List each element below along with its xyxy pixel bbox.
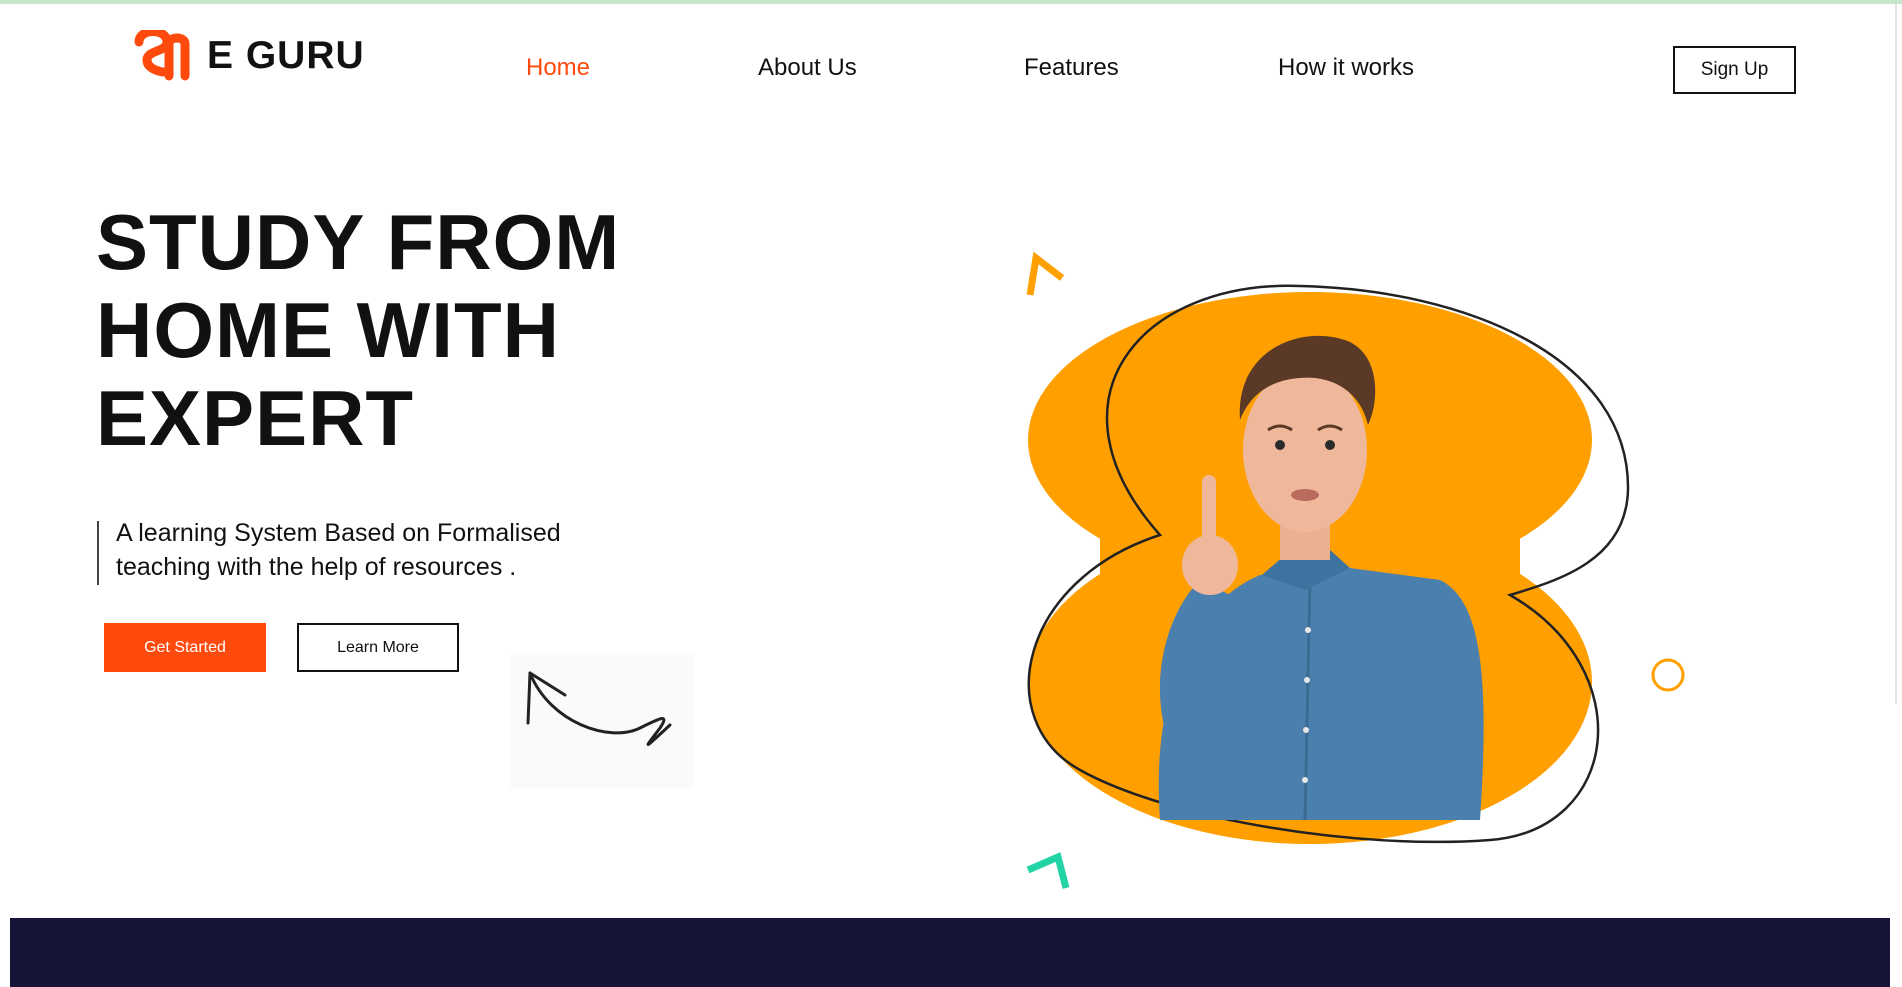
ring-icon: [1651, 658, 1685, 692]
nav-about-us[interactable]: About Us: [758, 54, 857, 82]
hero-tagline: A learning System Based on Formalised te…: [116, 516, 596, 584]
tagline-line: teaching with the help of resources .: [116, 553, 517, 581]
learn-more-button[interactable]: Learn More: [297, 623, 459, 672]
nav-how-it-works[interactable]: How it works: [1278, 54, 1414, 82]
nav-features[interactable]: Features: [1024, 54, 1119, 82]
logo-mark-icon: [134, 30, 190, 81]
tagline-accent-bar: [97, 521, 99, 585]
orange-chevron-icon: [1026, 251, 1065, 296]
tagline-line: A learning System Based on Formalised: [116, 519, 561, 547]
decorative-arrow-panel: [510, 653, 694, 788]
teal-chevron-icon: [1026, 852, 1070, 889]
sign-up-button[interactable]: Sign Up: [1673, 46, 1796, 94]
brand-logo[interactable]: E GURU: [133, 28, 365, 84]
hero-title: STUDY FROM HOME WITH EXPERT: [96, 198, 696, 462]
hero-title-line: HOME WITH: [96, 286, 560, 374]
curved-arrow-icon: [526, 671, 672, 746]
hero-illustration: [1026, 251, 1685, 889]
hero-title-line: STUDY FROM: [96, 198, 621, 286]
nav-home[interactable]: Home: [526, 54, 590, 82]
brand-name: E GURU: [207, 34, 365, 77]
footer-band: [10, 918, 1890, 987]
window-edge: [1895, 4, 1897, 704]
top-border: [0, 0, 1902, 4]
hero-title-line: EXPERT: [96, 374, 415, 462]
get-started-button[interactable]: Get Started: [104, 623, 266, 672]
